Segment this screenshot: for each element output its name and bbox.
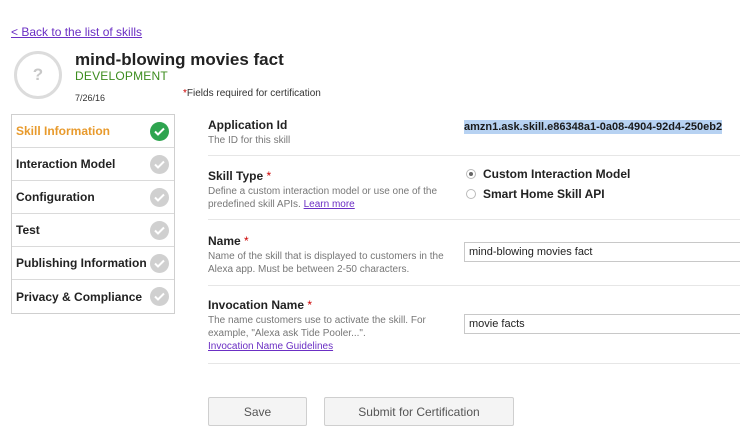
application-id-section: Application Id The ID for this skill bbox=[208, 118, 448, 147]
nav-item-label: Interaction Model bbox=[16, 157, 116, 171]
invocation-name-input[interactable] bbox=[464, 314, 740, 334]
nav-item-label: Publishing Information bbox=[16, 256, 147, 270]
radio-label: Smart Home Skill API bbox=[483, 187, 605, 201]
skill-stage: DEVELOPMENT bbox=[75, 69, 168, 83]
invocation-name-label-text: Invocation Name bbox=[208, 298, 305, 312]
nav-item-interaction-model[interactable]: Interaction Model bbox=[12, 148, 174, 181]
check-pending-icon bbox=[150, 155, 169, 174]
skill-type-label-text: Skill Type bbox=[208, 169, 264, 183]
application-id-value[interactable]: amzn1.ask.skill.e86348a1-0a08-4904-92d4-… bbox=[464, 120, 723, 134]
skill-date: 7/26/16 bbox=[75, 93, 106, 103]
question-mark-glyph: ? bbox=[32, 65, 44, 84]
nav-item-publishing-information[interactable]: Publishing Information bbox=[12, 247, 174, 280]
radio-custom-interaction-model[interactable]: Custom Interaction Model bbox=[466, 167, 630, 181]
radio-label: Custom Interaction Model bbox=[483, 167, 631, 181]
skill-sections-nav: Skill Information Interaction Model Conf… bbox=[11, 114, 175, 314]
radio-selected-icon[interactable] bbox=[466, 169, 476, 179]
nav-item-privacy-compliance[interactable]: Privacy & Compliance bbox=[12, 280, 174, 313]
name-label-text: Name bbox=[208, 234, 241, 248]
invocation-name-label: Invocation Name * bbox=[208, 298, 448, 312]
check-pending-icon bbox=[150, 254, 169, 273]
invocation-name-section: Invocation Name * The name customers use… bbox=[208, 298, 448, 353]
nav-item-test[interactable]: Test bbox=[12, 214, 174, 247]
nav-item-label: Privacy & Compliance bbox=[16, 289, 143, 304]
skill-type-desc: Define a custom interaction model or use… bbox=[208, 185, 448, 211]
invocation-name-guidelines-link[interactable]: Invocation Name Guidelines bbox=[208, 341, 333, 352]
required-asterisk: * bbox=[307, 298, 313, 312]
invocation-name-desc-text: The name customers use to activate the s… bbox=[208, 315, 426, 339]
check-complete-icon bbox=[150, 122, 169, 141]
skill-type-section: Skill Type * Define a custom interaction… bbox=[208, 169, 448, 211]
check-pending-icon bbox=[150, 287, 169, 306]
application-id-label: Application Id bbox=[208, 118, 288, 132]
divider bbox=[208, 363, 740, 364]
radio-smart-home-skill-api[interactable]: Smart Home Skill API bbox=[466, 187, 605, 201]
required-asterisk: * bbox=[244, 234, 249, 248]
nav-item-configuration[interactable]: Configuration bbox=[12, 181, 174, 214]
radio-unselected-icon[interactable] bbox=[466, 189, 476, 199]
required-note-text: Fields required for certification bbox=[186, 88, 321, 99]
required-asterisk: * bbox=[266, 169, 272, 183]
skill-title: mind-blowing movies fact bbox=[75, 50, 284, 69]
check-pending-icon bbox=[150, 221, 169, 240]
required-fields-note: *Fields required for certification bbox=[183, 88, 321, 99]
divider bbox=[208, 155, 740, 156]
submit-for-certification-button[interactable]: Submit for Certification bbox=[324, 397, 514, 426]
skill-type-label: Skill Type * bbox=[208, 169, 448, 183]
application-id-desc: The ID for this skill bbox=[208, 135, 291, 146]
name-input[interactable] bbox=[464, 242, 740, 262]
save-button[interactable]: Save bbox=[208, 397, 307, 426]
name-section: Name * Name of the skill that is display… bbox=[208, 234, 448, 276]
divider bbox=[208, 285, 740, 286]
nav-item-label: Configuration bbox=[16, 190, 95, 204]
learn-more-link[interactable]: Learn more bbox=[304, 199, 355, 210]
back-to-skills-link[interactable]: < Back to the list of skills bbox=[11, 25, 142, 39]
name-label: Name * bbox=[208, 234, 448, 248]
nav-item-skill-information[interactable]: Skill Information bbox=[12, 115, 174, 148]
nav-item-label: Skill Information bbox=[16, 124, 111, 138]
divider bbox=[208, 219, 740, 220]
name-desc: Name of the skill that is displayed to c… bbox=[208, 251, 444, 275]
check-pending-icon bbox=[150, 188, 169, 207]
skill-placeholder-icon: ? bbox=[14, 51, 62, 99]
invocation-name-desc: The name customers use to activate the s… bbox=[208, 314, 448, 353]
nav-item-label: Test bbox=[16, 223, 40, 237]
